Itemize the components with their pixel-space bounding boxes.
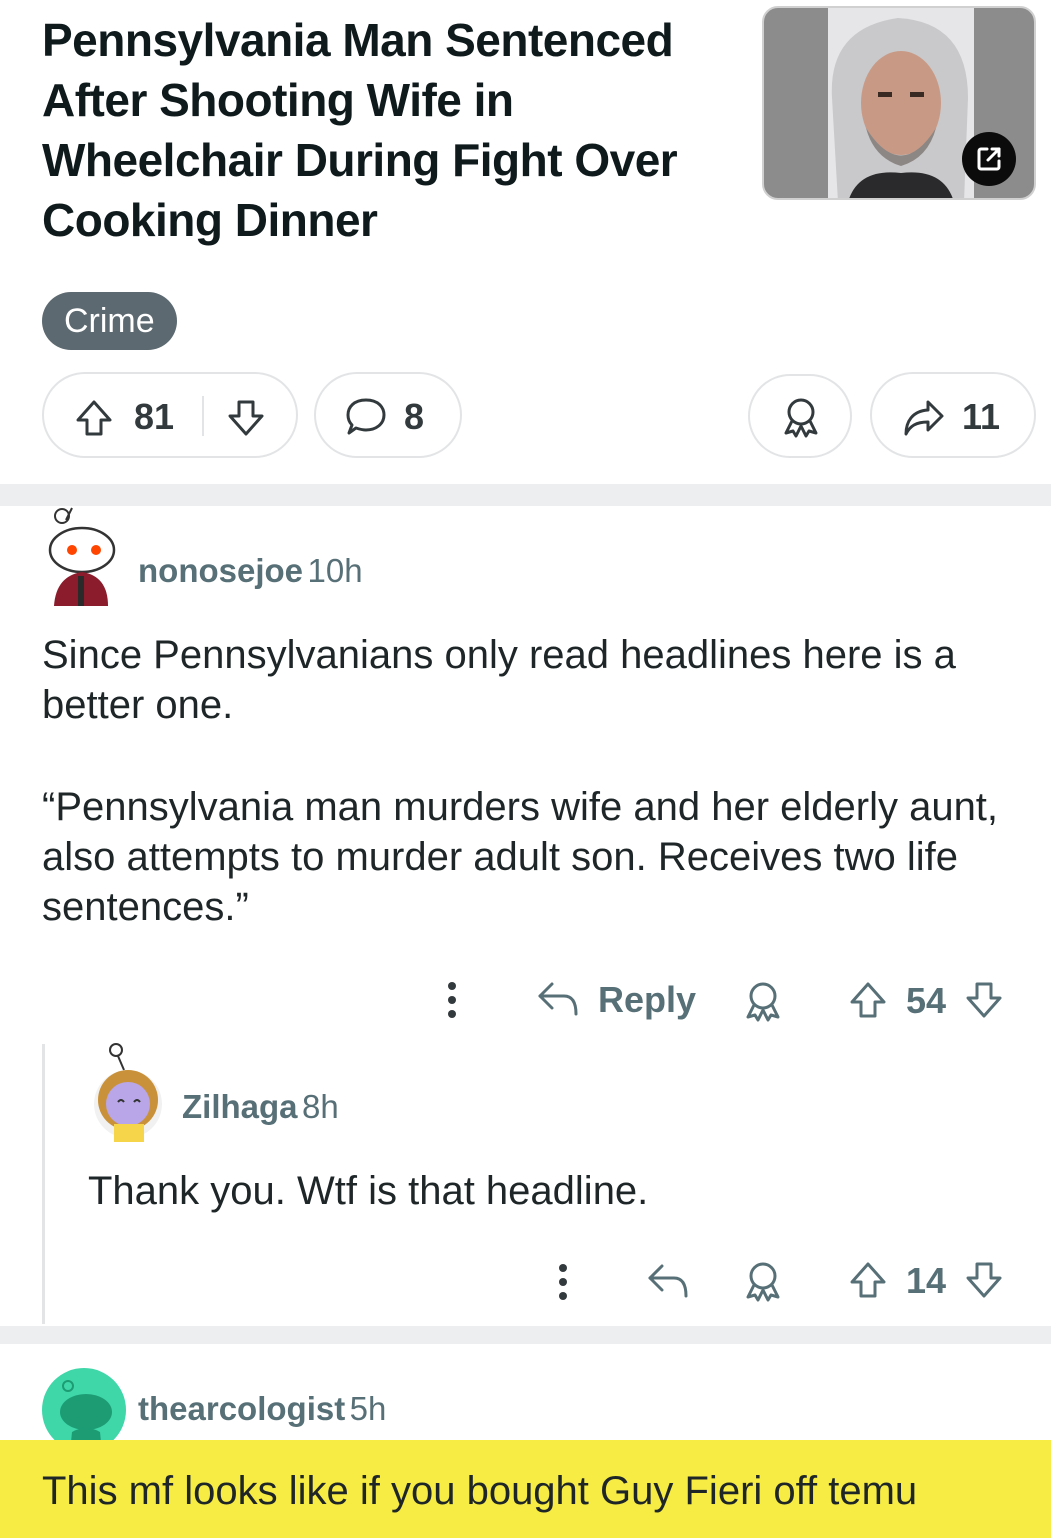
comment-meta: nonosejoe 10h xyxy=(138,552,363,590)
downvote-icon[interactable] xyxy=(964,980,1004,1020)
downvote-icon[interactable] xyxy=(964,1260,1004,1300)
post-title[interactable]: Pennsylvania Man Sentenced After Shootin… xyxy=(42,10,722,250)
external-link-button[interactable] xyxy=(962,132,1016,186)
upvote-icon[interactable] xyxy=(848,1260,888,1300)
comment-score: 54 xyxy=(906,980,947,1021)
section-divider xyxy=(0,484,1051,506)
upvote-icon[interactable] xyxy=(74,398,114,438)
comment-icon xyxy=(344,396,388,438)
award-icon[interactable] xyxy=(742,980,784,1022)
comment-paragraph: Since Pennsylvanians only read headlines… xyxy=(42,633,956,727)
comment-paragraph: “Pennsylvania man murders wife and her e… xyxy=(42,785,999,929)
award-icon xyxy=(780,396,822,438)
comments-button[interactable]: 8 xyxy=(314,372,462,458)
comment-username[interactable]: thearcologist xyxy=(138,1390,345,1427)
reply-button[interactable]: Reply xyxy=(536,978,696,1022)
upvote-icon[interactable] xyxy=(848,980,888,1020)
vote-bar: 81 xyxy=(42,372,298,458)
mugshot-image xyxy=(828,8,974,198)
reply-label: Reply xyxy=(598,979,697,1020)
more-icon[interactable] xyxy=(446,980,458,1020)
reply-icon xyxy=(536,978,580,1023)
avatar[interactable] xyxy=(42,506,122,606)
external-link-icon xyxy=(975,145,1003,173)
reply-icon[interactable] xyxy=(646,1260,690,1300)
share-count: 11 xyxy=(962,396,1001,437)
comment-username[interactable]: nonosejoe xyxy=(138,552,303,589)
comment-body: Since Pennsylvanians only read headlines… xyxy=(42,630,1032,932)
comment-score: 14 xyxy=(906,1260,947,1301)
comment-meta: Zilhaga 8h xyxy=(182,1088,339,1126)
comment-count: 8 xyxy=(404,396,425,437)
award-icon[interactable] xyxy=(742,1260,784,1302)
share-icon xyxy=(902,398,946,438)
thread-line[interactable] xyxy=(42,1044,45,1324)
comment-username[interactable]: Zilhaga xyxy=(182,1088,298,1125)
comment-age: 8h xyxy=(301,1088,339,1125)
downvote-icon[interactable] xyxy=(226,398,266,438)
award-button[interactable] xyxy=(748,374,852,458)
section-divider xyxy=(0,1326,1051,1344)
post-flair[interactable]: Crime xyxy=(42,292,177,350)
comment-age: 10h xyxy=(307,552,363,589)
vote-divider xyxy=(202,396,204,436)
comment-age: 5h xyxy=(349,1390,387,1427)
comment-body: Thank you. Wtf is that headline. xyxy=(88,1169,649,1213)
share-button[interactable]: 11 xyxy=(870,372,1036,458)
more-icon[interactable] xyxy=(557,1262,569,1302)
avatar[interactable] xyxy=(90,1040,166,1144)
post-thumbnail[interactable] xyxy=(762,6,1036,200)
post-score: 81 xyxy=(134,396,175,437)
comment-body: This mf looks like if you bought Guy Fie… xyxy=(42,1469,918,1513)
comment-meta: thearcologist 5h xyxy=(138,1390,386,1428)
